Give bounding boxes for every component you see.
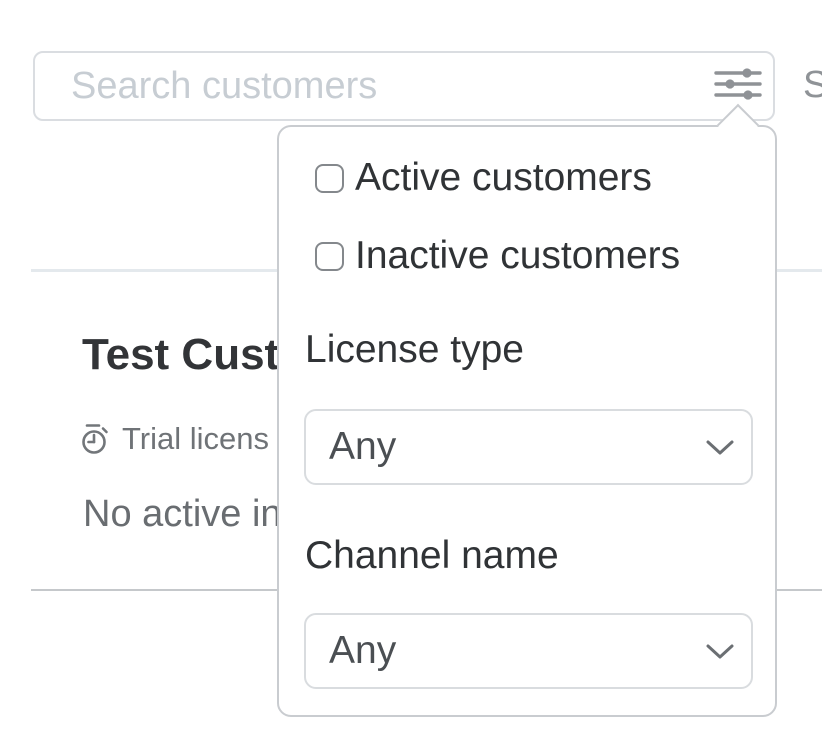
timer-icon (78, 422, 112, 456)
sort-label-partial: S (803, 64, 822, 107)
sliders-icon (710, 64, 762, 108)
license-type-select[interactable]: Any (304, 409, 753, 485)
search-input[interactable]: Search customers (33, 51, 775, 121)
license-info-row: Trial licens (78, 421, 269, 457)
customer-status-text: No active in (83, 493, 282, 536)
inactive-customers-option[interactable]: Inactive customers (315, 234, 680, 278)
channel-name-value: Any (329, 629, 705, 673)
active-customers-checkbox[interactable] (315, 164, 344, 193)
search-placeholder: Search customers (71, 65, 773, 108)
inactive-customers-label: Inactive customers (355, 234, 680, 278)
chevron-down-icon (705, 642, 735, 660)
chevron-down-icon (705, 438, 735, 456)
filter-popover: Active customers Inactive customers Lice… (277, 125, 777, 717)
channel-name-select[interactable]: Any (304, 613, 753, 689)
active-customers-option[interactable]: Active customers (315, 156, 652, 200)
customer-name: Test Cust (82, 330, 279, 380)
license-info-text: Trial licens (122, 421, 269, 457)
license-type-label: License type (305, 328, 524, 372)
active-customers-label: Active customers (355, 156, 652, 200)
license-type-value: Any (329, 425, 705, 469)
inactive-customers-checkbox[interactable] (315, 242, 344, 271)
channel-name-label: Channel name (305, 534, 559, 578)
filter-button[interactable] (710, 64, 762, 108)
